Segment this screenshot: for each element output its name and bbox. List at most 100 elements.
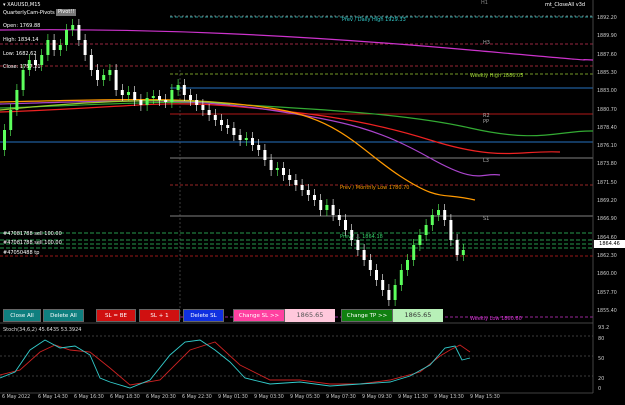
candle-body	[306, 190, 310, 195]
prev-monthly-low-label: Prev / Monthly Low 1780.70	[340, 185, 410, 191]
candle-body	[46, 40, 50, 55]
candle-body	[15, 90, 19, 110]
candle-body	[52, 40, 56, 50]
price-chart[interactable]	[0, 0, 625, 405]
stoch-level-label: 50	[598, 356, 605, 362]
sl-plus1-button[interactable]: SL + 1	[139, 309, 180, 322]
time-tick-label: 9 May 15:30	[470, 395, 500, 400]
candle-body	[89, 55, 93, 70]
candle-body	[368, 260, 372, 270]
candle-body	[325, 205, 329, 210]
candle-body	[251, 138, 254, 145]
candle-body	[151, 96, 155, 98]
symbol-label: ▾ XAUUSD,M15	[3, 2, 41, 8]
level-s1-label: S1	[483, 216, 490, 222]
level-lines	[0, 0, 594, 394]
candle-body	[375, 270, 378, 280]
candle-body	[58, 45, 62, 50]
candle-body	[275, 168, 279, 170]
delete-sl-button[interactable]: Delete SL	[183, 309, 224, 322]
candle-body	[164, 100, 168, 102]
candle-body	[257, 145, 261, 150]
candle-body	[207, 110, 211, 115]
candle-body	[133, 92, 137, 100]
moving-average-line	[0, 29, 594, 61]
ohlc-close: Close: 1757.21	[3, 64, 41, 70]
indicator-name: QuarterlyCam-Pivots	[3, 10, 55, 16]
candle-body	[77, 25, 81, 40]
candle-body	[449, 220, 453, 240]
candle-body	[344, 220, 347, 230]
candle-body	[300, 185, 304, 190]
change-tp-button[interactable]: Change TP >>	[341, 309, 393, 322]
candle-body	[232, 128, 236, 135]
candles	[3, 19, 465, 306]
candle-body	[313, 195, 316, 200]
candle-body	[182, 85, 186, 95]
order-label[interactable]: #47050488 tp	[3, 250, 39, 257]
time-tick-label: 6 May 16:30	[74, 395, 104, 400]
time-tick-label: 6 May 20:30	[146, 395, 176, 400]
candle-body	[96, 70, 99, 80]
candle-body	[424, 225, 428, 235]
price-tick-label: 1885.30	[597, 70, 617, 76]
time-tick-label: 9 May 01:30	[218, 395, 248, 400]
stoch-level-label: 93.2	[598, 325, 610, 331]
close-all-button[interactable]: Close All	[3, 309, 41, 322]
candle-body	[387, 290, 391, 300]
candle-body	[443, 210, 447, 220]
candle-body	[244, 138, 248, 140]
candle-body	[83, 40, 87, 55]
sl-value-field[interactable]: 1865.65	[285, 309, 335, 322]
current-price-box: 1864.46	[594, 240, 625, 248]
stoch-main-line	[0, 339, 471, 389]
candle-body	[282, 168, 285, 175]
candle-body	[71, 25, 75, 30]
sl-be-button[interactable]: SL = BE	[96, 309, 136, 322]
candle-body	[65, 30, 68, 45]
price-tick-label: 1883.00	[597, 89, 617, 95]
candle-body	[238, 135, 242, 140]
price-tick-label: 1857.70	[597, 290, 617, 296]
candle-body	[399, 270, 403, 285]
tp-value-field[interactable]: 1865.65	[393, 309, 443, 322]
time-tick-label: 6 May 14:30	[38, 395, 68, 400]
candle-body	[220, 120, 223, 125]
change-sl-button[interactable]: Change SL >>	[233, 309, 285, 322]
price-tick-label: 1871.50	[597, 180, 617, 186]
candle-body	[145, 98, 149, 105]
candle-body	[102, 75, 106, 80]
candle-body	[294, 180, 298, 185]
time-tick-label: 9 May 11:30	[398, 395, 428, 400]
time-tick-label: 6 May 18:30	[110, 395, 140, 400]
candle-body	[430, 215, 434, 225]
ohlc-high: High: 1834.14	[3, 37, 39, 43]
price-tick-label: 1892.20	[597, 16, 617, 21]
candle-body	[269, 160, 273, 170]
candle-body	[406, 260, 409, 270]
price-tick-label: 1880.70	[597, 107, 617, 113]
prev-daily-high-label: Prev / Daily High 1929.33	[342, 17, 406, 23]
candle-body	[356, 240, 360, 250]
ohlc-low: Low: 1682.62	[3, 51, 37, 57]
price-tick-label: 1887.60	[597, 52, 617, 58]
candle-body	[195, 100, 199, 105]
indicator-short-badge[interactable]: Pivot!!	[56, 9, 77, 16]
stoch-level-label: 80	[598, 336, 605, 342]
delete-all-button[interactable]: Delete All	[43, 309, 84, 322]
candle-body	[319, 200, 323, 210]
stochastic-panel	[0, 335, 593, 389]
candle-body	[3, 130, 6, 150]
candle-body	[288, 175, 292, 180]
ohlc-open: Open: 1769.88	[3, 23, 41, 29]
candle-body	[393, 285, 397, 300]
candle-body	[139, 100, 143, 105]
order-label[interactable]: #47081788 sell 100.00	[3, 240, 62, 247]
moving-averages	[0, 29, 594, 201]
price-tick-label: 1862.30	[597, 253, 617, 259]
candle-body	[362, 250, 366, 260]
candle-body	[170, 90, 174, 102]
level-pp-label: PP	[483, 119, 490, 125]
order-label[interactable]: #47081788 sell 100.00	[3, 231, 62, 238]
weekly-high-label: Weekly High 1886.05	[470, 73, 524, 79]
